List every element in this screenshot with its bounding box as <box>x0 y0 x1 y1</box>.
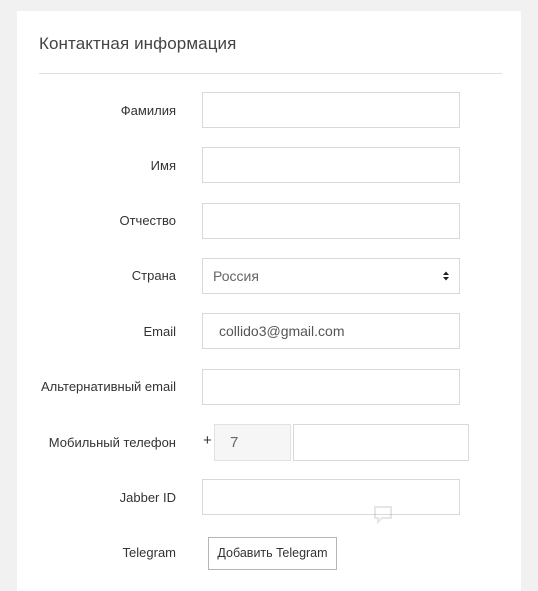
country-code-field[interactable]: 7 <box>214 424 291 461</box>
jabber-field[interactable] <box>202 479 460 515</box>
alt-email-field[interactable] <box>202 369 460 405</box>
jabber-label: Jabber ID <box>119 490 176 505</box>
chat-bubble-icon <box>374 506 392 525</box>
alt-email-label: Альтернативный email <box>41 379 176 394</box>
email-label: Email <box>143 324 176 339</box>
country-select[interactable]: Россия <box>202 258 460 294</box>
middle-name-label: Отчество <box>119 213 176 228</box>
last-name-label: Фамилия <box>120 103 176 118</box>
watermark <box>372 504 394 526</box>
email-field[interactable]: collido3@gmail.com <box>202 313 460 349</box>
divider <box>39 73 502 74</box>
select-arrows-icon <box>443 271 449 281</box>
middle-name-field[interactable] <box>202 203 460 239</box>
telegram-label: Telegram <box>122 545 176 560</box>
section-title: Контактная информация <box>39 34 237 53</box>
mobile-label: Мобильный телефон <box>48 435 176 450</box>
country-selected-value: Россия <box>213 268 259 284</box>
add-telegram-button[interactable]: Добавить Telegram <box>208 537 337 570</box>
first-name-label: Имя <box>150 158 176 173</box>
phone-plus-sign: + <box>203 432 212 449</box>
country-label: Страна <box>131 268 176 283</box>
first-name-field[interactable] <box>202 147 460 183</box>
phone-number-field[interactable] <box>293 424 469 461</box>
contact-info-card: Контактная информация Фамилия Имя Отчест… <box>17 11 521 591</box>
last-name-field[interactable] <box>202 92 460 128</box>
